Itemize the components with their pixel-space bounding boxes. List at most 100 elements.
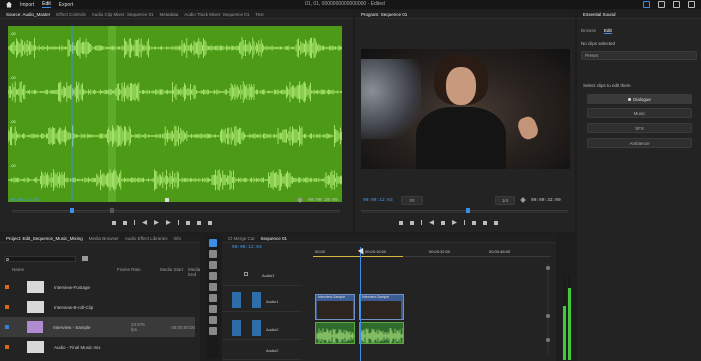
tab-metadata[interactable]: Metadata	[160, 12, 179, 17]
tab-audio-clip-mixer[interactable]: Audio Clip Mixer: Sequence 01	[92, 12, 154, 17]
lift-icon[interactable]	[472, 220, 476, 225]
menu-item-export[interactable]: Export	[59, 2, 73, 8]
label-color-swatch[interactable]	[5, 305, 9, 309]
tab-essential-sound[interactable]: Essential Sound	[583, 12, 616, 17]
quick-export-icon[interactable]	[643, 1, 650, 8]
rectangle-tool-icon[interactable]	[208, 305, 217, 313]
program-video-frame[interactable]	[361, 49, 570, 169]
timeline-ruler[interactable]: 00:00 00:00:16:00 00:00:32:00 00:00:48:0…	[313, 247, 551, 257]
ripple-edit-tool-icon[interactable]	[208, 261, 217, 269]
selection-tool-icon[interactable]	[208, 239, 217, 247]
ambience-button[interactable]: Ambience	[587, 138, 692, 148]
audio-clip[interactable]	[315, 322, 355, 344]
mark-out-icon[interactable]	[410, 220, 414, 225]
column-media-end[interactable]: Media End	[188, 267, 200, 277]
column-media-start[interactable]: Media Start	[160, 267, 183, 272]
label-color-swatch[interactable]	[5, 345, 9, 349]
sfx-button[interactable]: SFX	[587, 123, 692, 133]
menu-item-import[interactable]: Import	[20, 2, 34, 8]
mark-in-icon[interactable]	[112, 220, 116, 225]
tab-project[interactable]: Project: Edit_Sequence_Music_Mixing	[6, 236, 83, 241]
type-tool-icon[interactable]	[208, 327, 217, 335]
mark-out-icon[interactable]	[123, 220, 127, 225]
slip-tool-icon[interactable]	[208, 283, 217, 291]
pen-tool-icon[interactable]	[208, 294, 217, 302]
tab-sequence-01[interactable]: Sequence 01	[261, 236, 288, 241]
video-clip[interactable]: Interview-Sample	[359, 294, 404, 320]
stop-icon[interactable]	[441, 220, 445, 225]
preset-dropdown[interactable]: Preset	[581, 51, 697, 60]
tab-info[interactable]: Info	[174, 236, 182, 241]
source-scrub-bar[interactable]	[12, 208, 340, 213]
program-scrub-bar[interactable]	[361, 208, 568, 213]
project-list-item[interactable]: Interview-Footage	[0, 277, 195, 297]
step-back-icon[interactable]	[142, 220, 147, 225]
mark-in-icon[interactable]	[399, 220, 403, 225]
tab-text[interactable]: Text	[255, 12, 263, 17]
play-icon[interactable]	[154, 220, 159, 225]
go-to-in-icon[interactable]	[421, 220, 422, 225]
extract-icon[interactable]	[483, 220, 487, 225]
track-target-v1b[interactable]	[252, 292, 261, 308]
column-name[interactable]: Name	[12, 267, 24, 272]
tab-source[interactable]: Source: Audio_Master	[6, 12, 50, 17]
tab-media-browser[interactable]: Media Browser	[89, 236, 119, 241]
tab-merge-cut[interactable]: Cl Merge Cut	[228, 236, 255, 241]
subtab-edit[interactable]: Edit	[604, 28, 612, 34]
step-forward-icon[interactable]	[166, 220, 171, 225]
export-frame-icon[interactable]	[208, 220, 212, 225]
program-timecode-left[interactable]: 00:00:12:03	[363, 198, 393, 203]
track-select-tool-icon[interactable]	[208, 250, 217, 258]
workspace-icon[interactable]	[658, 1, 665, 8]
track-target-a1[interactable]	[232, 320, 241, 336]
subtab-browse[interactable]: Browse	[581, 28, 596, 34]
tab-audio-track-mixer[interactable]: Audio Track Mixer: Sequence 01	[184, 12, 249, 17]
hand-tool-icon[interactable]	[208, 316, 217, 324]
wrench-icon[interactable]	[520, 197, 526, 203]
dialogue-button[interactable]: Dialogue	[587, 94, 692, 104]
menu-item-edit[interactable]: Edit	[42, 1, 51, 8]
project-list-item[interactable]: Interview - Sample 23.976 fps 00:00:00:00	[0, 317, 195, 337]
audio-waveform-display[interactable]: -00 -00 -00 -00	[8, 26, 342, 202]
folder-icon[interactable]	[82, 256, 88, 261]
project-list-item[interactable]: Audio - Final Music mix	[0, 337, 195, 357]
resolution-dropdown[interactable]: 1/4	[495, 196, 515, 205]
track-target-v1[interactable]	[232, 292, 241, 308]
clip-thumbnail	[27, 301, 44, 313]
audio-clip[interactable]	[359, 322, 404, 344]
track-target-a1b[interactable]	[252, 320, 261, 336]
insert-icon[interactable]	[186, 220, 190, 225]
source-timecode-in[interactable]: 00:00:12:02	[10, 198, 40, 203]
go-to-out-icon[interactable]	[464, 220, 465, 225]
search-icon	[6, 258, 9, 261]
razor-tool-icon[interactable]	[208, 272, 217, 280]
track-header-v1: Audio1	[222, 288, 302, 312]
marker-icon[interactable]	[165, 198, 169, 202]
overwrite-icon[interactable]	[197, 220, 201, 225]
timeline-timecode[interactable]: 00:00:12:03	[232, 245, 262, 250]
project-search-input[interactable]	[4, 256, 76, 262]
label-color-swatch[interactable]	[5, 325, 9, 329]
go-to-out-icon[interactable]	[178, 220, 179, 225]
step-forward-icon[interactable]	[452, 220, 457, 225]
export-frame-icon[interactable]	[494, 220, 498, 225]
fit-dropdown[interactable]: Fit	[401, 196, 423, 205]
column-frame-rate[interactable]: Frame Rate	[117, 267, 141, 272]
timeline-playhead[interactable]	[360, 247, 361, 361]
label-color-swatch[interactable]	[5, 285, 9, 289]
work-area-bar[interactable]	[313, 256, 403, 257]
track-lock-icon[interactable]	[244, 272, 248, 276]
home-icon[interactable]	[6, 1, 12, 8]
step-back-icon[interactable]	[429, 220, 434, 225]
tab-effect-controls[interactable]: Effect Controls	[56, 12, 85, 17]
tab-program[interactable]: Program: Sequence 01	[361, 12, 407, 17]
track-header-v2: Audio1	[222, 264, 302, 286]
progress-icon[interactable]	[673, 1, 680, 8]
tab-audio-effect-libraries[interactable]: Audio Effect Libraries	[125, 236, 168, 241]
project-list-item[interactable]: Interview-B-roll-Clip	[0, 297, 195, 317]
video-clip[interactable]: Interview-Sample	[315, 294, 355, 320]
timeline-vertical-scrollbar[interactable]	[546, 264, 550, 354]
fullscreen-icon[interactable]	[688, 1, 695, 8]
go-to-in-icon[interactable]	[134, 220, 135, 225]
music-button[interactable]: Music	[587, 108, 692, 118]
